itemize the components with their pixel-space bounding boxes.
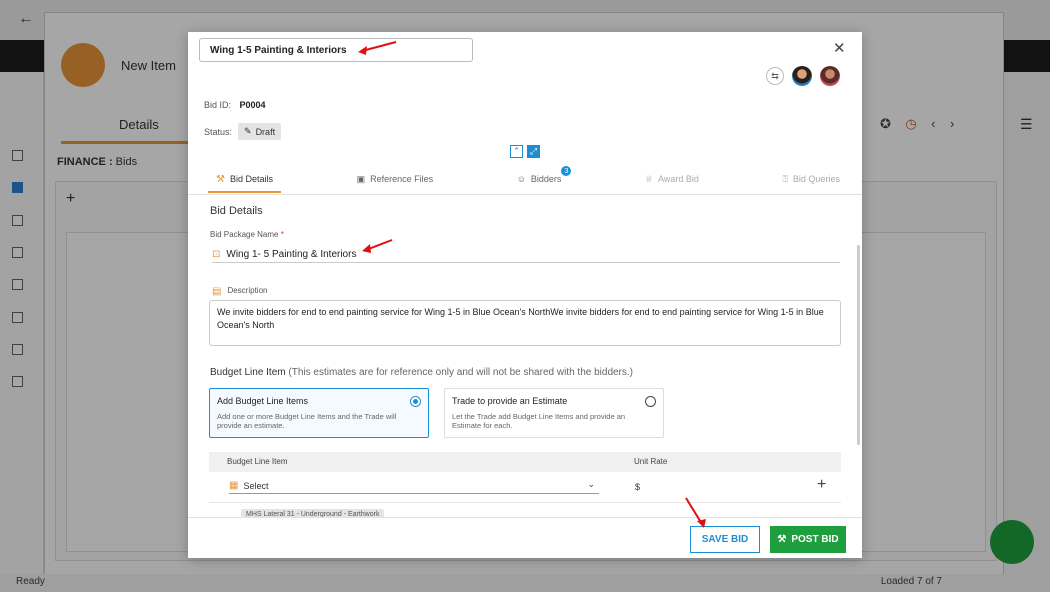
col-unit-rate: Unit Rate bbox=[634, 457, 668, 466]
bid-package-name-value: Wing 1- 5 Painting & Interiors bbox=[226, 248, 357, 260]
budget-line-note: (This estimates are for reference only a… bbox=[288, 367, 633, 378]
bid-id: Bid ID: P0004 bbox=[204, 100, 266, 110]
tab-label: Award Bid bbox=[658, 174, 699, 184]
collapse-up-icon[interactable]: ⌃ bbox=[510, 145, 523, 158]
tab-bid-details[interactable]: ⚒ Bid Details bbox=[208, 168, 281, 193]
budget-line-title: Budget Line Item bbox=[210, 367, 286, 378]
tab-label: Reference Files bbox=[370, 174, 434, 184]
draft-icon: ✎ bbox=[244, 126, 252, 136]
tab-label: Bid Details bbox=[229, 174, 273, 184]
option-title: Add Budget Line Items bbox=[217, 396, 309, 406]
option-desc: Add one or more Budget Line Items and th… bbox=[217, 412, 397, 430]
gavel-icon: ⚒ bbox=[216, 173, 225, 185]
description-label-text: Description bbox=[227, 286, 268, 295]
bid-package-label: Bid Package Name * bbox=[210, 230, 284, 239]
avatar[interactable] bbox=[820, 66, 840, 86]
tab-bidders[interactable]: ☺ Bidders 3 bbox=[509, 166, 572, 190]
tab-bid-queries[interactable]: ⍰ Bid Queries bbox=[775, 168, 848, 190]
transfer-icon[interactable]: ⇆ bbox=[766, 67, 784, 85]
table-row: MHS Lateral 31 - Underground - Earthwork bbox=[209, 505, 841, 517]
budget-table-header: Budget Line Item Unit Rate bbox=[209, 452, 841, 472]
tab-reference-files[interactable]: ▣ Reference Files bbox=[349, 168, 442, 190]
budget-line-select[interactable]: ▦ Select ⌄ bbox=[229, 478, 599, 494]
option-title: Trade to provide an Estimate bbox=[452, 396, 568, 406]
budget-icon: ▦ bbox=[229, 480, 239, 491]
radio-unselected[interactable] bbox=[645, 396, 656, 407]
header-icons: ⇆ bbox=[766, 66, 840, 86]
bid-details-content[interactable]: Bid Details Bid Package Name * ⊡ Wing 1-… bbox=[188, 195, 862, 517]
bid-id-label: Bid ID: bbox=[204, 100, 232, 110]
briefcase-icon: ⊡ bbox=[212, 248, 221, 260]
tab-award-bid[interactable]: ♕ Award Bid bbox=[637, 168, 707, 190]
pin-icon[interactable]: ⤢ bbox=[527, 145, 540, 158]
required-marker: * bbox=[280, 230, 284, 239]
option-add-budget-line-items[interactable]: Add Budget Line Items Add one or more Bu… bbox=[209, 388, 429, 438]
document-icon: ▤ bbox=[212, 286, 222, 297]
currency-symbol: $ bbox=[635, 482, 641, 492]
gavel-icon: ⚒ bbox=[777, 534, 787, 545]
budget-line-heading: Budget Line Item (This estimates are for… bbox=[210, 367, 633, 378]
annotation-arrow-icon bbox=[358, 41, 397, 55]
line-item-chip[interactable]: MHS Lateral 31 - Underground - Earthwork bbox=[241, 509, 385, 517]
bid-title-input[interactable] bbox=[199, 38, 473, 62]
modal-footer: SAVE BID ⚒ POST BID bbox=[188, 517, 862, 558]
option-trade-estimate[interactable]: Trade to provide an Estimate Let the Tra… bbox=[444, 388, 664, 438]
bid-status: Status: ✎ Draft bbox=[204, 123, 282, 140]
post-bid-label: POST BID bbox=[791, 534, 839, 545]
status-label: Status: bbox=[204, 126, 233, 137]
section-title: Bid Details bbox=[210, 205, 263, 217]
post-bid-button[interactable]: ⚒ POST BID bbox=[770, 526, 846, 553]
add-row-icon[interactable]: + bbox=[817, 476, 826, 494]
tab-label: Bidders bbox=[530, 174, 562, 184]
annotation-arrow-icon bbox=[362, 239, 393, 253]
description-field[interactable]: We invite bidders for end to end paintin… bbox=[209, 300, 841, 346]
annotation-arrow-icon bbox=[685, 497, 706, 528]
question-icon: ⍰ bbox=[782, 173, 788, 184]
status-badge-text: Draft bbox=[255, 126, 276, 137]
avatar[interactable] bbox=[792, 66, 812, 86]
option-desc: Let the Trade add Budget Line Items and … bbox=[452, 412, 626, 430]
vertical-scrollbar[interactable] bbox=[857, 245, 860, 445]
chevron-down-icon: ⌄ bbox=[587, 479, 595, 489]
close-icon[interactable]: ✕ bbox=[833, 39, 846, 57]
status-badge: ✎ Draft bbox=[238, 123, 282, 140]
trophy-icon: ♕ bbox=[645, 173, 654, 184]
bid-modal: ✕ ⇆ Bid ID: P0004 Status: ✎ Draft ⌃ ⤢ ⚒ … bbox=[188, 32, 862, 558]
bid-tabs: ⚒ Bid Details ▣ Reference Files ☺ Bidder… bbox=[208, 166, 848, 193]
users-icon: ☺ bbox=[516, 174, 526, 184]
table-row: ▦ Select ⌄ $ + bbox=[209, 473, 841, 503]
radio-selected[interactable] bbox=[410, 396, 421, 407]
select-placeholder: Select bbox=[243, 480, 269, 491]
bidders-count-badge: 3 bbox=[561, 166, 572, 176]
bid-package-label-text: Bid Package Name bbox=[210, 230, 279, 239]
tab-label: Bid Queries bbox=[792, 174, 840, 184]
bid-package-name-field[interactable]: ⊡ Wing 1- 5 Painting & Interiors bbox=[212, 246, 840, 263]
description-label: ▤ Description bbox=[212, 286, 267, 297]
col-budget-line-item: Budget Line Item bbox=[227, 457, 288, 466]
collapse-controls: ⌃ ⤢ bbox=[510, 145, 540, 158]
files-icon: ▣ bbox=[356, 173, 366, 184]
bid-id-value: P0004 bbox=[239, 100, 266, 110]
